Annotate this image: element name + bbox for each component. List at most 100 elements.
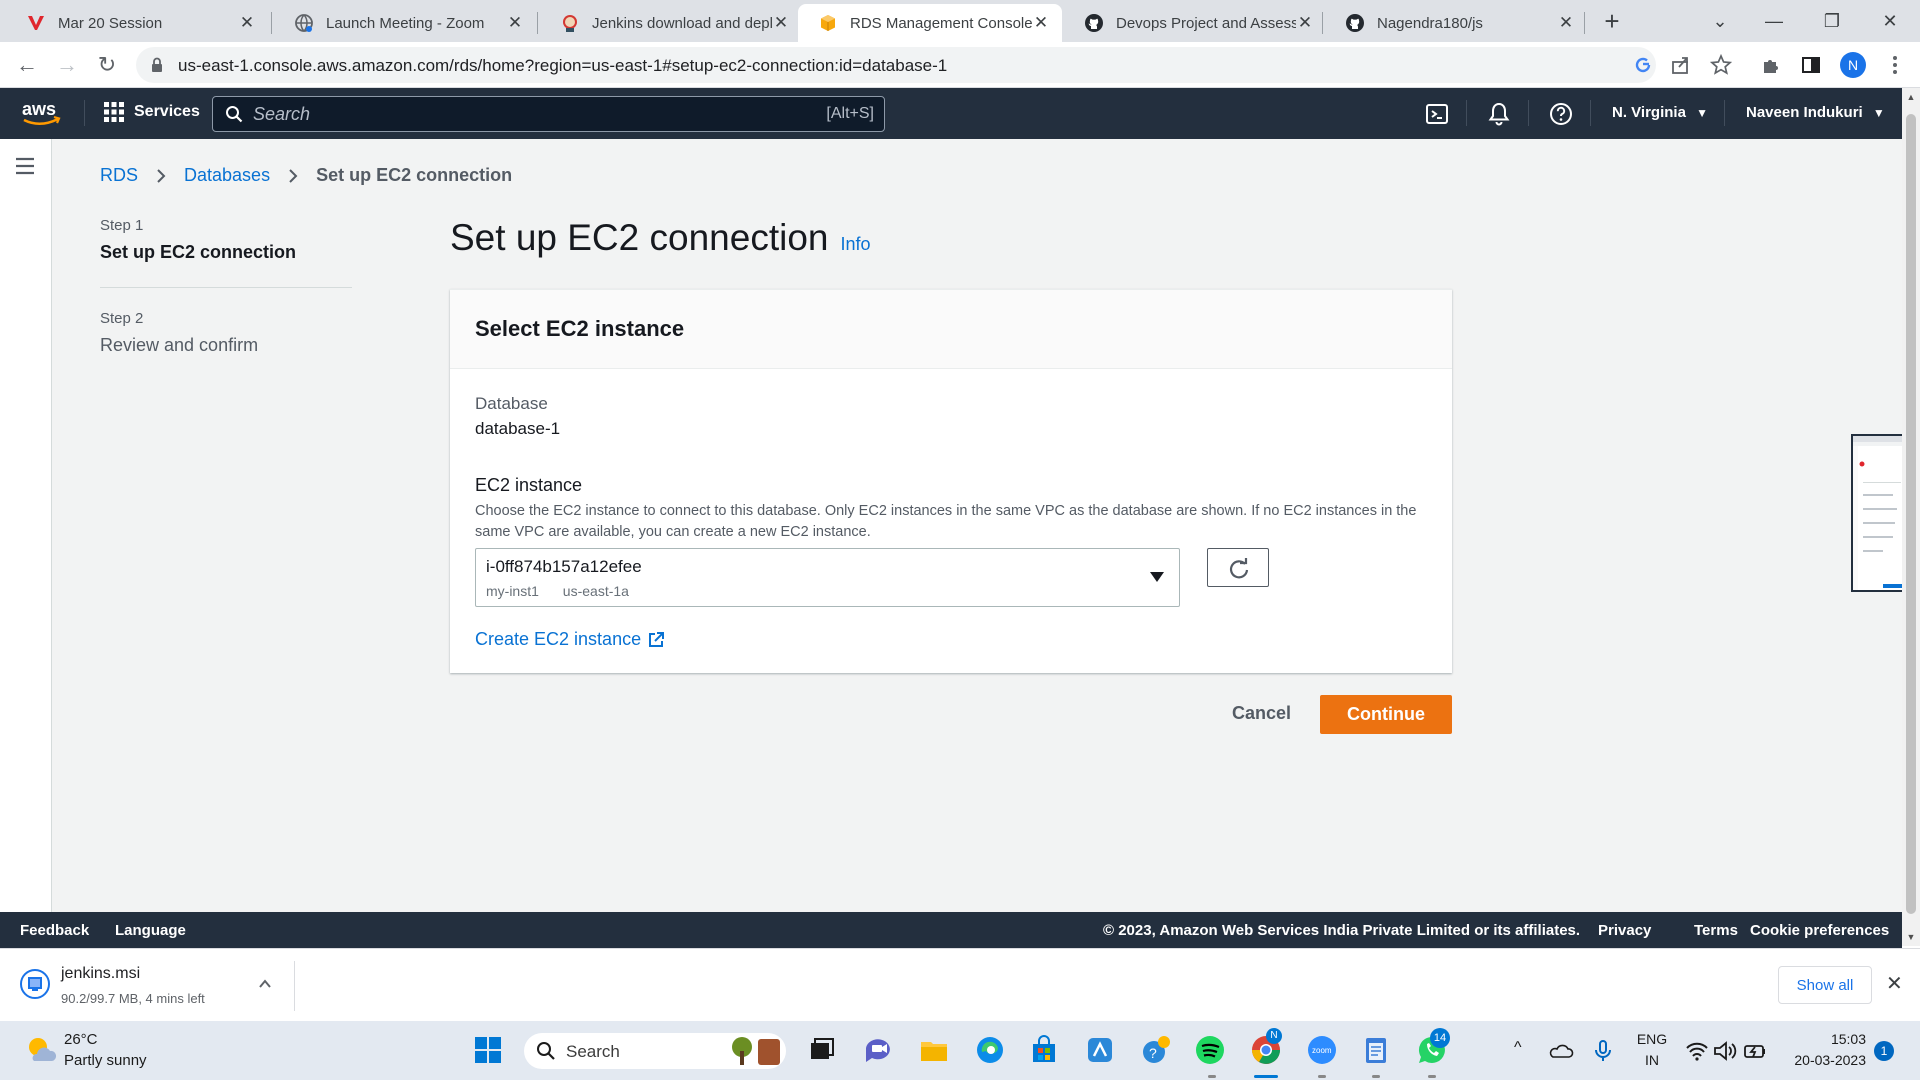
- info-link[interactable]: Info: [840, 234, 870, 255]
- snipping-tool-icon[interactable]: [1084, 1034, 1116, 1066]
- services-label: Services: [134, 103, 200, 120]
- taskbar-time[interactable]: 15:03: [1780, 1031, 1866, 1047]
- breadcrumb-current: Set up EC2 connection: [316, 165, 513, 185]
- cookie-preferences-link[interactable]: Cookie preferences: [1750, 922, 1889, 939]
- continue-button[interactable]: Continue: [1320, 695, 1452, 734]
- zoom-icon[interactable]: zoom: [1306, 1034, 1338, 1066]
- close-window-button[interactable]: ✕: [1870, 6, 1910, 36]
- services-menu-button[interactable]: Services: [104, 102, 200, 122]
- cloudshell-icon[interactable]: [1424, 101, 1450, 127]
- selected-instance-details: my-inst1 us-east-1a: [486, 583, 649, 599]
- new-tab-button[interactable]: +: [1598, 8, 1626, 36]
- taskbar-search-label: Search: [566, 1042, 620, 1061]
- tab-jenkins-download[interactable]: Jenkins download and depl ✕: [540, 4, 802, 42]
- breadcrumb-rds[interactable]: RDS: [100, 165, 138, 186]
- wizard-step-2[interactable]: Step 2 Review and confirm: [100, 310, 352, 356]
- profile-avatar[interactable]: N: [1840, 52, 1866, 78]
- lock-icon[interactable]: [148, 56, 166, 74]
- taskbar-date[interactable]: 20-03-2023: [1780, 1052, 1866, 1068]
- vertical-scrollbar[interactable]: ▲ ▼: [1902, 88, 1920, 946]
- restore-button[interactable]: ❐: [1812, 6, 1852, 36]
- aws-search-box[interactable]: [Alt+S]: [212, 96, 885, 132]
- close-icon[interactable]: ✕: [1296, 14, 1314, 32]
- cancel-button[interactable]: Cancel: [1222, 695, 1301, 732]
- menu-kebab-icon[interactable]: [1884, 54, 1906, 76]
- chevron-up-icon[interactable]: [258, 977, 272, 991]
- google-lens-icon[interactable]: [1632, 54, 1654, 76]
- ec2-instance-select[interactable]: i-0ff874b157a12efee my-inst1 us-east-1a: [475, 548, 1180, 607]
- screen-share-preview-thumbnail[interactable]: [1851, 434, 1902, 592]
- bookmark-star-icon[interactable]: [1710, 54, 1732, 76]
- share-icon[interactable]: [1670, 54, 1692, 76]
- spotify-icon[interactable]: [1194, 1034, 1226, 1066]
- teams-chat-icon[interactable]: [862, 1034, 894, 1066]
- language-indicator-line2[interactable]: IN: [1636, 1052, 1668, 1068]
- notepad-icon[interactable]: [1360, 1034, 1392, 1066]
- tab-launch-meeting-zoom[interactable]: Launch Meeting - Zoom ✕: [274, 4, 536, 42]
- vedantu-icon: [26, 13, 46, 33]
- help-icon[interactable]: [1548, 101, 1574, 127]
- quick-assist-icon[interactable]: ?: [1140, 1034, 1172, 1066]
- partly-sunny-icon[interactable]: [24, 1033, 58, 1067]
- hamburger-menu-icon[interactable]: [14, 157, 36, 175]
- github-icon: [1345, 13, 1365, 33]
- feedback-link[interactable]: Feedback: [20, 922, 89, 939]
- account-menu[interactable]: Naveen Indukuri ▼: [1746, 104, 1885, 121]
- extensions-puzzle-icon[interactable]: [1760, 54, 1782, 76]
- globe-icon: [294, 13, 314, 33]
- close-download-bar-icon[interactable]: ✕: [1886, 971, 1903, 996]
- tab-nagendra180-js[interactable]: Nagendra180/js ✕: [1325, 4, 1587, 42]
- account-name: Naveen Indukuri: [1746, 104, 1863, 121]
- show-all-downloads-button[interactable]: Show all: [1778, 966, 1872, 1004]
- scroll-up-arrow-icon[interactable]: ▲: [1906, 92, 1916, 102]
- tab-devops-project[interactable]: Devops Project and Assessr ✕: [1064, 4, 1326, 42]
- notification-count-badge[interactable]: 1: [1874, 1041, 1894, 1061]
- reload-button[interactable]: ↻: [92, 50, 122, 80]
- jenkins-icon: [560, 13, 580, 33]
- wifi-icon[interactable]: [1684, 1038, 1710, 1064]
- region-selector[interactable]: N. Virginia ▼: [1612, 104, 1708, 121]
- scroll-down-arrow-icon[interactable]: ▼: [1906, 932, 1916, 942]
- taskbar-search-box[interactable]: Search: [524, 1033, 786, 1069]
- scrollbar-thumb[interactable]: [1906, 114, 1916, 914]
- side-panel-icon[interactable]: [1800, 54, 1822, 76]
- notifications-bell-icon[interactable]: [1486, 101, 1512, 127]
- refresh-button[interactable]: [1207, 548, 1269, 587]
- breadcrumb-databases[interactable]: Databases: [184, 165, 270, 186]
- show-hidden-icons-chevron-icon[interactable]: ^: [1514, 1039, 1522, 1057]
- language-link[interactable]: Language: [115, 922, 186, 939]
- close-icon[interactable]: ✕: [772, 14, 790, 32]
- language-indicator-line1[interactable]: ENG: [1636, 1031, 1668, 1047]
- main-content: RDS Databases Set up EC2 connection Step…: [52, 139, 1902, 912]
- battery-charging-icon[interactable]: [1742, 1038, 1768, 1064]
- aws-box-icon: [818, 13, 838, 33]
- url-text: us-east-1.console.aws.amazon.com/rds/hom…: [178, 56, 948, 75]
- aws-search-input[interactable]: [253, 97, 773, 131]
- forward-button[interactable]: →: [52, 50, 82, 80]
- edge-browser-icon[interactable]: [974, 1034, 1006, 1066]
- close-icon[interactable]: ✕: [238, 14, 256, 32]
- volume-icon[interactable]: [1712, 1038, 1738, 1064]
- onedrive-cloud-icon[interactable]: [1548, 1038, 1574, 1064]
- minimize-button[interactable]: —: [1754, 6, 1794, 36]
- close-icon[interactable]: ✕: [1557, 14, 1575, 32]
- file-explorer-icon[interactable]: [918, 1034, 950, 1066]
- wizard-step-1[interactable]: Step 1 Set up EC2 connection: [100, 217, 352, 263]
- caret-down-icon: ▼: [1872, 106, 1885, 120]
- privacy-link[interactable]: Privacy: [1598, 922, 1651, 939]
- search-icon: [537, 1042, 555, 1060]
- aws-logo[interactable]: aws: [20, 98, 64, 128]
- microsoft-store-icon[interactable]: [1028, 1034, 1060, 1066]
- tab-search-chevron-icon[interactable]: ⌄: [1700, 6, 1740, 36]
- close-icon[interactable]: ✕: [506, 14, 524, 32]
- terms-link[interactable]: Terms: [1694, 922, 1738, 939]
- back-button[interactable]: ←: [12, 50, 42, 80]
- tab-rds-management-console[interactable]: RDS Management Console ✕: [798, 4, 1062, 42]
- create-ec2-instance-link[interactable]: Create EC2 instance: [475, 629, 665, 650]
- microphone-icon[interactable]: [1590, 1038, 1616, 1064]
- address-bar[interactable]: us-east-1.console.aws.amazon.com/rds/hom…: [136, 47, 1656, 83]
- windows-start-icon[interactable]: [472, 1034, 504, 1066]
- task-view-icon[interactable]: [806, 1034, 838, 1066]
- close-icon[interactable]: ✕: [1032, 14, 1050, 32]
- tab-mar-20-session[interactable]: Mar 20 Session ✕: [6, 4, 268, 42]
